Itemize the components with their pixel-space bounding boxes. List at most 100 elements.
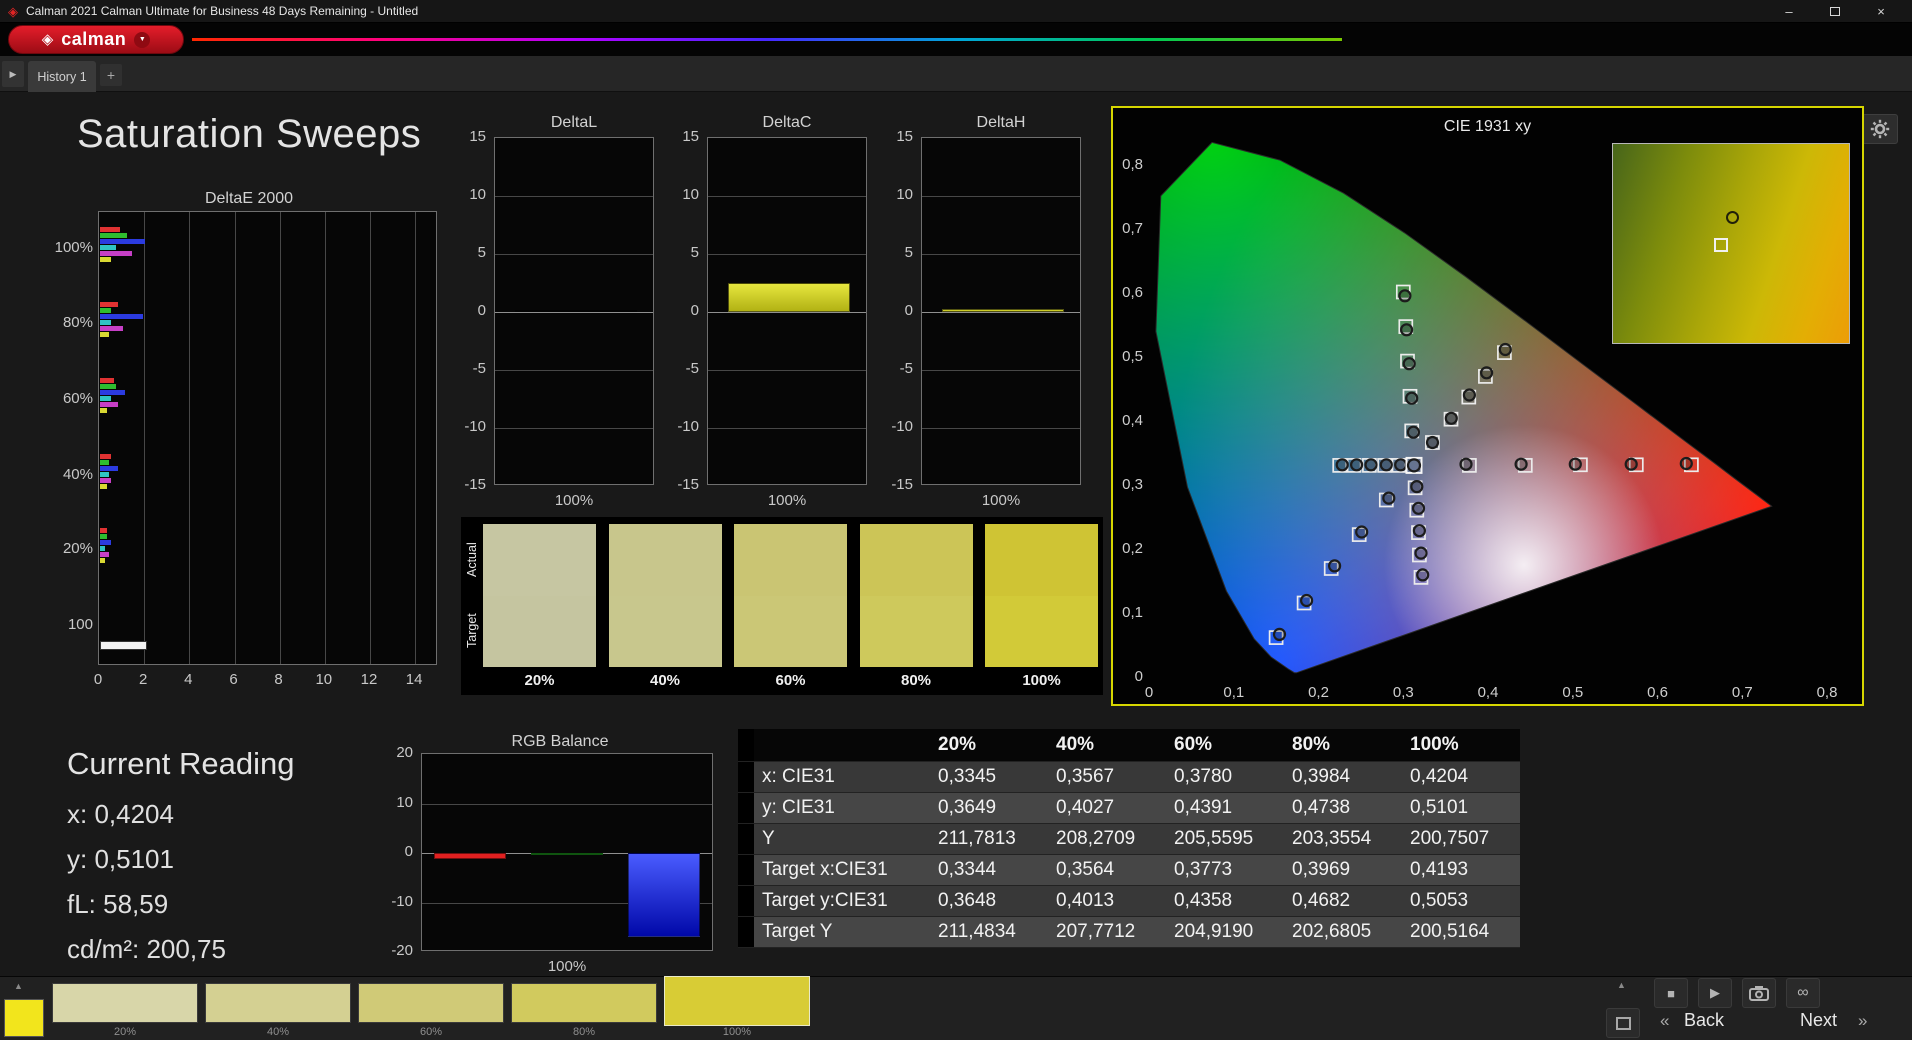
cie-measured-circle: [1300, 593, 1314, 608]
continuous-loop-button[interactable]: ∞: [1786, 978, 1820, 1008]
cie-y-tick: 0,7: [1122, 220, 1143, 237]
next-button[interactable]: Next: [1800, 1010, 1837, 1031]
table-row-label: Y: [754, 824, 930, 855]
deltae-bar: [100, 251, 132, 256]
deltae-x-tick: 14: [405, 671, 423, 688]
gridline: [922, 312, 1080, 313]
cie-title: CIE 1931 xy: [1443, 118, 1532, 135]
actual-row-label: Actual: [465, 542, 479, 578]
swatch-column: [859, 524, 973, 667]
capture-button[interactable]: [1742, 978, 1776, 1008]
table-cell: 205,5595: [1166, 824, 1284, 855]
minimize-button[interactable]: –: [1766, 0, 1812, 22]
deltae-bar: [100, 239, 146, 244]
pattern-swatch-80%[interactable]: [511, 983, 657, 1023]
delta-bar: [728, 283, 850, 312]
pattern-swatch-label: 20%: [113, 1026, 137, 1038]
swatch-label: 80%: [900, 672, 932, 689]
pattern-window-button[interactable]: [1606, 1008, 1640, 1038]
deltae-bar: [100, 320, 112, 325]
deltae-bar: [100, 308, 112, 313]
table-cell: 202,6805: [1284, 917, 1402, 948]
deltae-bar: [100, 484, 107, 489]
table-cell: 0,3649: [930, 793, 1048, 824]
gridline: [708, 312, 866, 313]
swatch-label: 100%: [1022, 672, 1061, 689]
deltae-y-tick: 40%: [62, 466, 93, 483]
table-cell: 0,4738: [1284, 793, 1402, 824]
tab-bar: ▶ History 1 + X-Rite i1Pro 2 Direct View…: [0, 56, 1912, 144]
cie-inset-zoom: [1612, 143, 1850, 344]
deltae-bar: [100, 466, 119, 471]
current-reading-line: fL: 58,59: [67, 889, 169, 919]
maximize-button[interactable]: [1812, 0, 1858, 22]
back-chevrons-icon[interactable]: «: [1660, 1011, 1669, 1031]
rgb-y-tick: -10: [391, 892, 413, 910]
delta-y-tick: 10: [896, 186, 913, 203]
gridline: [324, 212, 326, 664]
table-cell: 0,4682: [1284, 886, 1402, 917]
rgb-balance-chart: [421, 753, 713, 951]
deltae-bar: [100, 227, 121, 232]
table-row-strip: [738, 855, 754, 886]
gridline: [495, 254, 653, 255]
swatch-label: 60%: [775, 672, 806, 689]
table-cell: 0,3567: [1048, 762, 1166, 793]
rainbow-divider: [192, 38, 1342, 41]
table-header-cell: 40%: [1048, 729, 1166, 762]
deltae-bar: [100, 390, 125, 395]
actual-swatch: [483, 524, 596, 596]
table-row: Target Y 211,4834 207,7712 204,9190 202,6805…: [738, 917, 1520, 948]
deltae-bar: [100, 478, 112, 483]
delta-y-tick: 0: [477, 302, 486, 319]
deltae-bar: [100, 332, 109, 337]
play-button[interactable]: ▶: [1698, 978, 1732, 1008]
window-icon: [1615, 1016, 1631, 1030]
pattern-swatch-20%[interactable]: [52, 983, 198, 1023]
tab-history-1[interactable]: History 1: [28, 61, 96, 92]
table-row-strip: [738, 886, 754, 917]
deltae2000-chart-title: DeltaE 2000: [204, 190, 294, 207]
gridline: [415, 212, 417, 664]
deltae-bar-white: [100, 641, 148, 650]
deltae-bar: [100, 408, 107, 413]
delta-y-tick: -5: [899, 360, 913, 377]
cie-y-tick: 0,2: [1122, 540, 1143, 557]
target-swatch: [608, 596, 722, 667]
deltae-bar: [100, 396, 112, 401]
target-swatch: [985, 596, 1098, 667]
chevron-up-icon[interactable]: ▲: [1617, 980, 1626, 990]
cie-y-tick: 0,6: [1122, 284, 1143, 301]
delta-y-tick: -5: [472, 360, 486, 377]
table-cell: 0,3984: [1284, 762, 1402, 793]
gridline: [922, 370, 1080, 371]
delta-chart-deltac: [707, 137, 867, 485]
pattern-swatch-60%[interactable]: [358, 983, 504, 1023]
rgb-bar-blue: [627, 853, 700, 938]
calman-menu-button[interactable]: ◈ calman ▼: [8, 25, 184, 54]
title-bar: ◈ Calman 2021 Calman Ultimate for Busine…: [0, 0, 1912, 23]
deltae-x-tick: 6: [229, 671, 238, 688]
deltae-bar: [100, 402, 119, 407]
cie-measured-circle: [1382, 491, 1396, 505]
close-button[interactable]: ×: [1858, 0, 1904, 22]
pattern-swatch-100%[interactable]: [664, 976, 810, 1026]
back-button[interactable]: Back: [1684, 1010, 1724, 1031]
add-tab-button[interactable]: +: [100, 64, 122, 86]
pattern-swatch-40%[interactable]: [205, 983, 351, 1023]
table-header-row: 20% 40% 60% 80% 100%: [738, 729, 1520, 762]
settings-gear-button[interactable]: [1862, 114, 1898, 144]
gridline: [708, 196, 866, 197]
stop-button[interactable]: ■: [1654, 978, 1688, 1008]
deltae-bar: [100, 534, 107, 539]
next-chevrons-icon[interactable]: »: [1858, 1011, 1867, 1031]
cie-y-tick: 0,5: [1122, 348, 1143, 365]
rgb-y-tick: 10: [396, 793, 413, 811]
cie-diagram-panel: 0 0,1 0,2 0,3 0,4 0,5 0,6 0,7 0,8 0 0,1 0,2 0,3 0,4 0,…: [1111, 106, 1864, 706]
chevron-up-icon[interactable]: ▲: [14, 981, 23, 991]
swatch-column: [985, 524, 1098, 667]
delta-chart-title: DeltaH: [976, 114, 1026, 131]
main-toolbar: ◈ calman ▼: [0, 23, 1912, 56]
table-cell: 0,4391: [1166, 793, 1284, 824]
tab-scroll-button[interactable]: ▶: [2, 61, 24, 87]
